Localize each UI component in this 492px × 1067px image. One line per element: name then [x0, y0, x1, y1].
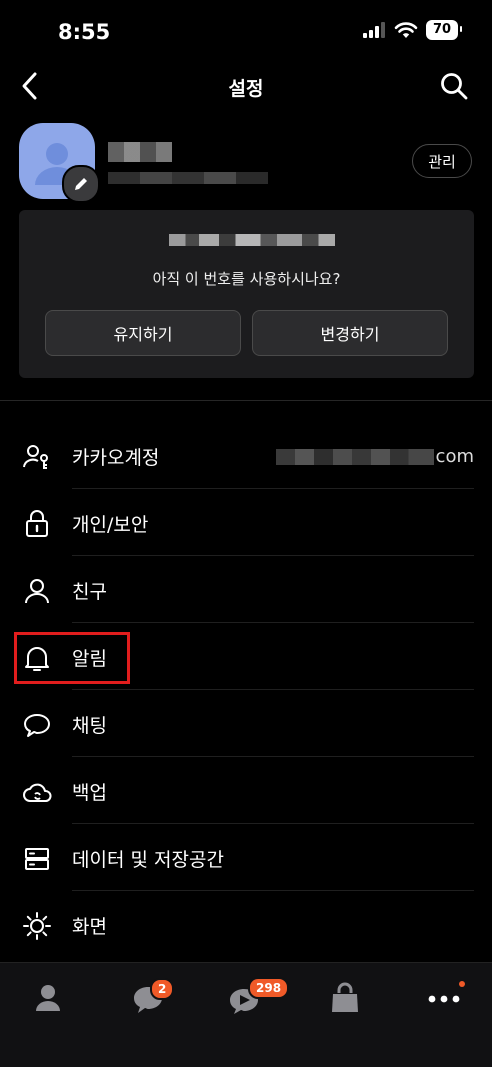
search-icon[interactable]	[438, 70, 470, 102]
signal-icon	[363, 22, 385, 38]
menu-item-label: 친구	[72, 581, 107, 603]
cloud-sync-icon	[23, 783, 52, 802]
menu-item-display[interactable]: 화면	[0, 891, 492, 958]
tab-openchat[interactable]: 298	[224, 977, 290, 1021]
menu-item-label: 개인/보안	[72, 514, 149, 536]
menu-item-label: 데이터 및 저장공간	[72, 849, 224, 871]
tab-chats[interactable]: 2	[126, 977, 175, 1021]
status-icons: 70	[362, 20, 462, 40]
account-email-suffix: com	[435, 446, 474, 467]
menu-item-label: 카카오계정	[72, 447, 160, 469]
menu-item-label: 백업	[72, 782, 107, 804]
phone-number-redacted	[169, 234, 335, 246]
chat-bubble-icon	[24, 714, 50, 737]
settings-menu: 카카오계정 com 개인/보안 친구 알림 채팅 백업 데이터 및 저장공간 화…	[0, 422, 492, 958]
status-time: 8:55	[58, 20, 111, 44]
keep-number-button[interactable]: 유지하기	[45, 310, 241, 356]
profile-name-redacted	[108, 142, 172, 162]
menu-item-chat[interactable]: 채팅	[0, 690, 492, 757]
account-icon	[23, 445, 48, 469]
edit-profile-button[interactable]	[62, 165, 100, 203]
menu-item-data-storage[interactable]: 데이터 및 저장공간	[0, 824, 492, 891]
phone-question: 아직 이 번호를 사용하시나요?	[152, 270, 341, 288]
person-icon	[25, 579, 49, 604]
phone-number-card: 아직 이 번호를 사용하시나요? 유지하기 변경하기	[19, 210, 474, 378]
account-email: com	[275, 446, 474, 467]
wifi-icon	[394, 22, 418, 38]
account-email-redacted	[275, 448, 434, 465]
section-divider	[0, 400, 492, 401]
change-number-button[interactable]: 변경하기	[252, 310, 448, 356]
nav-bar: 설정	[0, 62, 492, 110]
shopping-bag-icon	[332, 982, 358, 1012]
status-bar: 8:55 70	[0, 0, 492, 62]
openchat-unread-badge: 298	[248, 977, 290, 999]
battery-indicator: 70	[426, 20, 462, 40]
menu-item-label: 화면	[72, 916, 107, 938]
page-title: 설정	[228, 78, 264, 100]
profile-section: 관리	[0, 120, 492, 203]
manage-button[interactable]: 관리	[412, 144, 472, 178]
menu-item-backup[interactable]: 백업	[0, 757, 492, 824]
menu-item-privacy-security[interactable]: 개인/보안	[0, 489, 492, 556]
tab-more[interactable]	[422, 977, 466, 1021]
storage-icon	[25, 848, 49, 870]
tab-friends[interactable]	[26, 977, 70, 1021]
person-filled-icon	[36, 985, 60, 1011]
notifications-highlight-box	[14, 632, 130, 684]
menu-item-label: 채팅	[72, 715, 107, 737]
lock-icon	[26, 510, 48, 537]
profile-status-redacted	[108, 172, 268, 184]
pencil-icon	[75, 178, 87, 190]
more-new-dot	[459, 981, 465, 987]
brightness-icon	[23, 912, 51, 940]
tab-shopping[interactable]	[323, 977, 367, 1021]
menu-item-friends[interactable]: 친구	[0, 556, 492, 623]
chats-unread-badge: 2	[150, 978, 175, 1000]
menu-item-kakao-account[interactable]: 카카오계정 com	[0, 422, 492, 489]
tab-bar: 2 298	[0, 962, 492, 1067]
